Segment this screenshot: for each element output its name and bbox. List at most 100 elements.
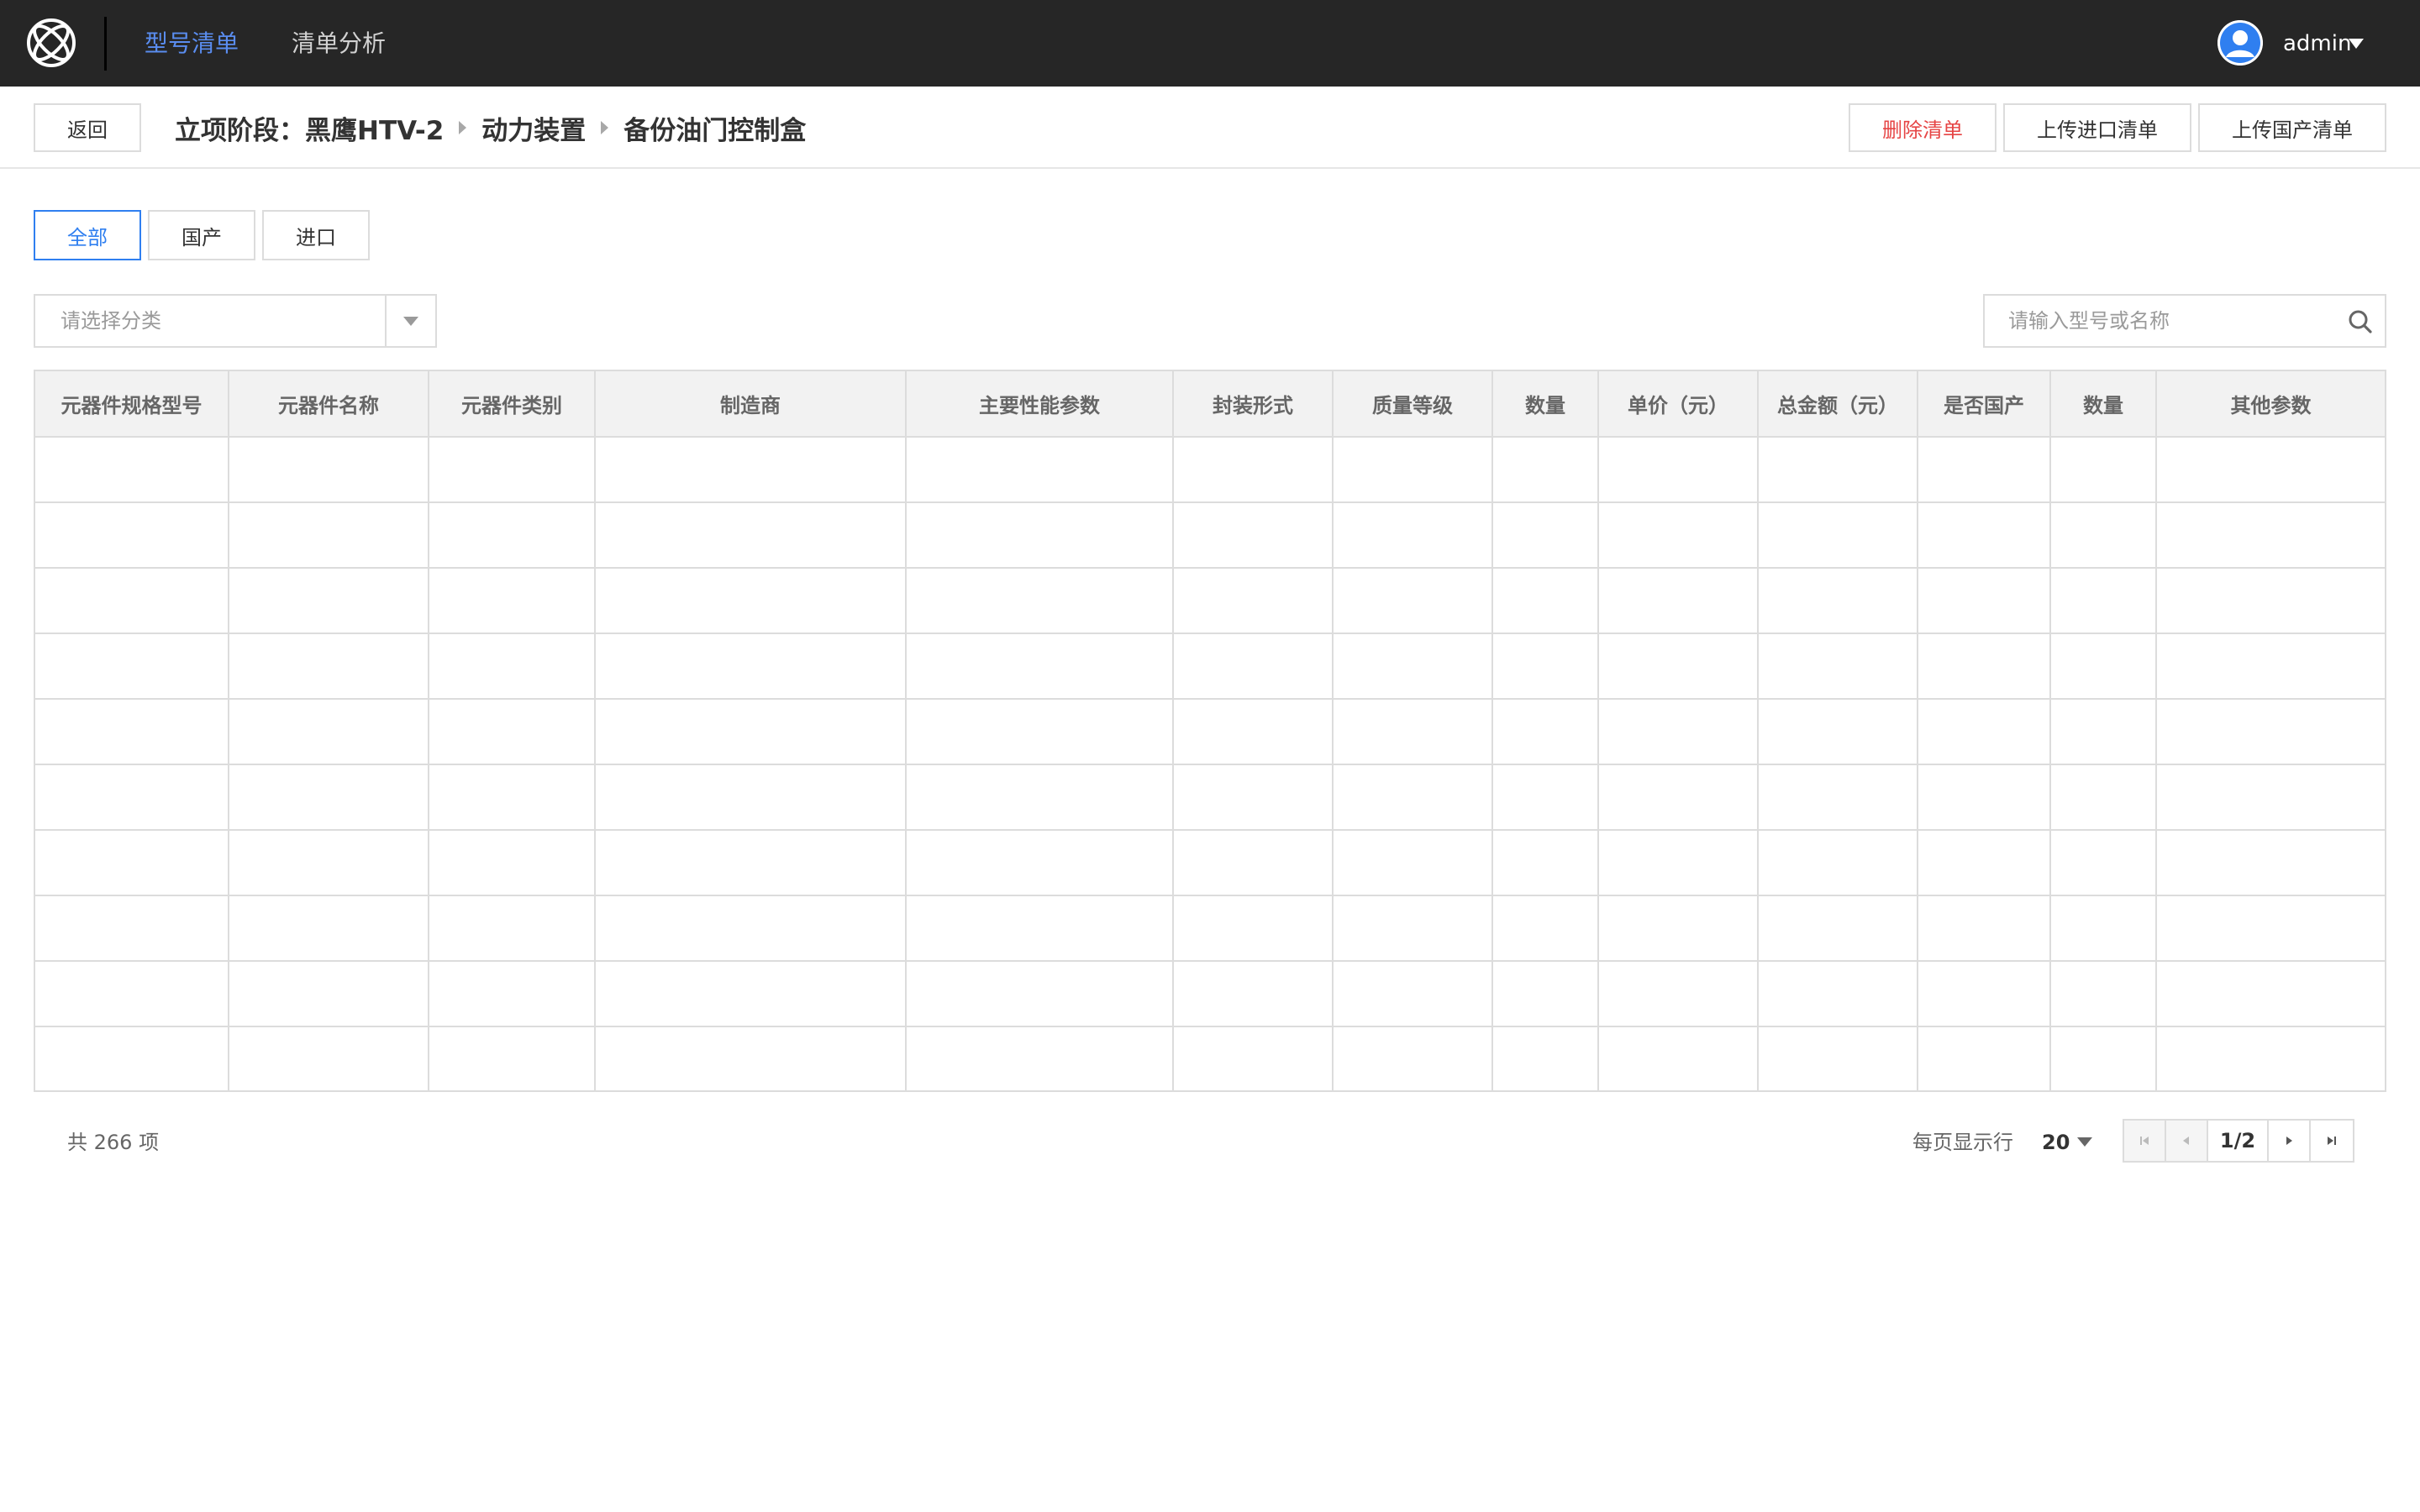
table-cell bbox=[906, 895, 1174, 962]
per-page-select[interactable]: 20 bbox=[2042, 1127, 2070, 1158]
upload-domestic-list-button[interactable]: 上传国产清单 bbox=[2198, 103, 2386, 152]
components-table: 元器件规格型号 元器件名称 元器件类别 制造商 主要性能参数 封装形式 质量等级… bbox=[34, 370, 2386, 1092]
table-row[interactable] bbox=[35, 1026, 2385, 1092]
table-cell bbox=[595, 895, 907, 962]
prev-page-button[interactable] bbox=[2166, 1121, 2208, 1161]
table-cell bbox=[1333, 830, 1493, 896]
table-cell bbox=[1492, 961, 1599, 1027]
table-cell bbox=[1492, 633, 1599, 700]
column-header-other-params[interactable]: 其他参数 bbox=[2156, 371, 2385, 438]
table-cell bbox=[1492, 764, 1599, 831]
table-cell bbox=[429, 1026, 596, 1092]
table-cell bbox=[1918, 764, 2051, 831]
search-input[interactable] bbox=[2008, 304, 2328, 338]
category-select[interactable]: 请选择分类 bbox=[34, 294, 437, 348]
table-cell bbox=[2156, 699, 2385, 765]
column-header-main-params[interactable]: 主要性能参数 bbox=[906, 371, 1174, 438]
delete-list-button[interactable]: 删除清单 bbox=[1849, 103, 1996, 152]
table-row[interactable] bbox=[35, 830, 2385, 896]
column-header-quality-grade[interactable]: 质量等级 bbox=[1333, 371, 1493, 438]
table-cell bbox=[906, 633, 1174, 700]
table-cell bbox=[1758, 437, 1918, 503]
table-header-row: 元器件规格型号 元器件名称 元器件类别 制造商 主要性能参数 封装形式 质量等级… bbox=[35, 371, 2385, 438]
table-row[interactable] bbox=[35, 699, 2385, 765]
table-cell bbox=[1333, 1026, 1493, 1092]
table-cell bbox=[1333, 895, 1493, 962]
table-cell bbox=[1598, 502, 1759, 569]
table-cell bbox=[1333, 437, 1493, 503]
table-cell bbox=[429, 633, 596, 700]
tab-import[interactable]: 进口 bbox=[262, 210, 370, 260]
search-icon[interactable] bbox=[2348, 309, 2373, 334]
table-cell bbox=[429, 764, 596, 831]
tab-domestic[interactable]: 国产 bbox=[148, 210, 255, 260]
table-row[interactable] bbox=[35, 502, 2385, 569]
table-cell bbox=[1758, 699, 1918, 765]
table-row[interactable] bbox=[35, 633, 2385, 700]
nav-item-list-analysis[interactable]: 清单分析 bbox=[292, 25, 386, 62]
table-cell bbox=[35, 895, 229, 962]
table-cell bbox=[1918, 633, 2051, 700]
table-row[interactable] bbox=[35, 961, 2385, 1027]
column-header-name[interactable]: 元器件名称 bbox=[229, 371, 429, 438]
breadcrumb: 立项阶段：黑鹰HTV-2 动力装置 备份油门控制盒 bbox=[175, 107, 806, 149]
table-cell bbox=[595, 568, 907, 634]
user-menu-caret-icon[interactable] bbox=[2349, 39, 2364, 49]
per-page-caret-icon[interactable] bbox=[2077, 1137, 2092, 1147]
table-cell bbox=[429, 961, 596, 1027]
column-header-quantity[interactable]: 数量 bbox=[1492, 371, 1599, 438]
app-logo-icon[interactable] bbox=[25, 17, 77, 69]
table-cell bbox=[2156, 764, 2385, 831]
table-cell bbox=[35, 633, 229, 700]
column-header-unit-price[interactable]: 单价（元） bbox=[1598, 371, 1759, 438]
table-cell bbox=[1173, 502, 1334, 569]
table-cell bbox=[229, 633, 429, 700]
upload-import-list-button[interactable]: 上传进口清单 bbox=[2003, 103, 2191, 152]
column-header-manufacturer[interactable]: 制造商 bbox=[595, 371, 907, 438]
category-select-toggle[interactable] bbox=[385, 296, 435, 346]
user-name[interactable]: admin bbox=[2283, 25, 2351, 62]
table-cell bbox=[1598, 830, 1759, 896]
next-page-icon bbox=[2286, 1137, 2292, 1145]
table-cell bbox=[1758, 764, 1918, 831]
table-row[interactable] bbox=[35, 568, 2385, 634]
per-page-label: 每页显示行 bbox=[1912, 1131, 2013, 1154]
column-header-package[interactable]: 封装形式 bbox=[1173, 371, 1334, 438]
table-cell bbox=[1758, 895, 1918, 962]
tab-all[interactable]: 全部 bbox=[34, 210, 141, 260]
table-cell bbox=[2156, 830, 2385, 896]
table-cell bbox=[1758, 830, 1918, 896]
table-cell bbox=[429, 830, 596, 896]
column-header-total-amount[interactable]: 总金额（元） bbox=[1758, 371, 1918, 438]
nav-item-model-list[interactable]: 型号清单 bbox=[145, 25, 239, 62]
table-cell bbox=[2050, 961, 2157, 1027]
column-header-category[interactable]: 元器件类别 bbox=[429, 371, 596, 438]
table-cell bbox=[1758, 502, 1918, 569]
table-row[interactable] bbox=[35, 437, 2385, 503]
table-cell bbox=[2156, 633, 2385, 700]
last-page-button[interactable] bbox=[2311, 1121, 2353, 1161]
breadcrumb-item-stage[interactable]: 立项阶段：黑鹰HTV-2 bbox=[175, 109, 444, 147]
table-cell bbox=[906, 437, 1174, 503]
first-page-button[interactable] bbox=[2124, 1121, 2166, 1161]
table-cell bbox=[2050, 1026, 2157, 1092]
table-row[interactable] bbox=[35, 764, 2385, 831]
column-header-quantity-2[interactable]: 数量 bbox=[2050, 371, 2157, 438]
table-cell bbox=[2050, 830, 2157, 896]
user-avatar-icon[interactable] bbox=[2217, 20, 2263, 66]
table-cell bbox=[1918, 699, 2051, 765]
next-page-button[interactable] bbox=[2269, 1121, 2311, 1161]
table-cell bbox=[1492, 895, 1599, 962]
breadcrumb-item-power-unit[interactable]: 动力装置 bbox=[481, 109, 586, 147]
table-cell bbox=[595, 1026, 907, 1092]
chevron-down-icon bbox=[403, 316, 418, 326]
back-button[interactable]: 返回 bbox=[34, 103, 141, 152]
table-cell bbox=[229, 961, 429, 1027]
table-row[interactable] bbox=[35, 895, 2385, 962]
pagination: 1/2 bbox=[2123, 1119, 2354, 1163]
category-select-placeholder: 请选择分类 bbox=[60, 309, 161, 333]
column-header-is-domestic[interactable]: 是否国产 bbox=[1918, 371, 2051, 438]
table-cell bbox=[595, 961, 907, 1027]
column-header-spec-model[interactable]: 元器件规格型号 bbox=[35, 371, 229, 438]
table-cell bbox=[1598, 699, 1759, 765]
